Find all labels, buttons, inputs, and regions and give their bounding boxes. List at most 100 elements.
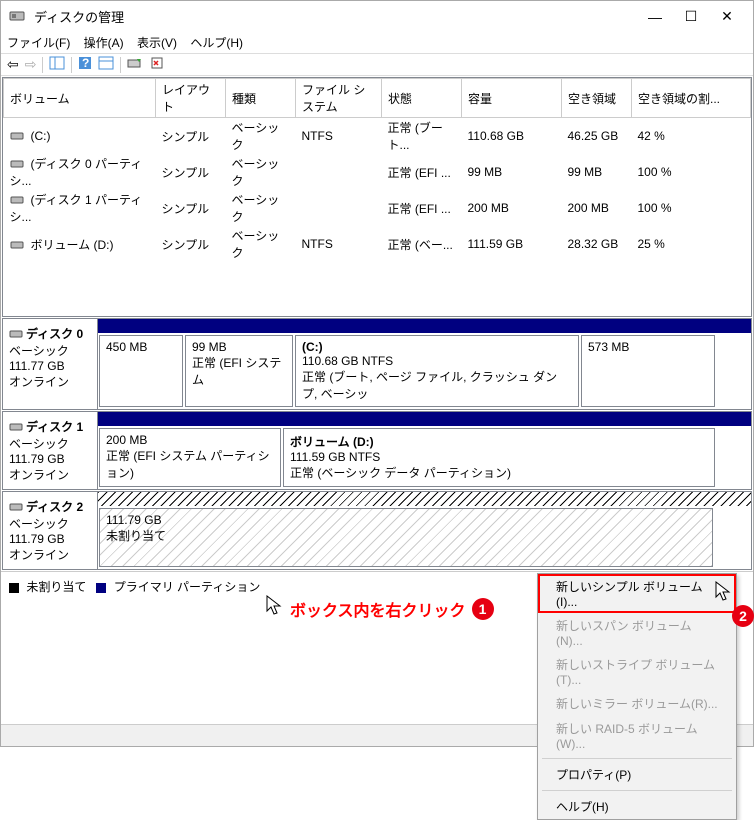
menu-file[interactable]: ファイル(F) [7,36,70,50]
disk-parts: 450 MB99 MB正常 (EFI システム(C:)110.68 GB NTF… [98,319,751,409]
disk-label[interactable]: ディスク 0ベーシック111.77 GBオンライン [3,319,98,409]
col-layout[interactable]: レイアウト [156,79,226,118]
cell: ベーシック [226,154,296,190]
legend-primary-swatch [96,583,106,593]
disk-size: 111.79 GB [9,532,65,546]
refresh-icon[interactable] [127,56,143,73]
disk-stripe [98,412,751,426]
cell: (ディスク 1 パーティシ... [10,193,143,224]
table-row[interactable]: (ディスク 0 パーティシ...シンプルベーシック正常 (EFI ...99 M… [4,154,751,190]
settings-icon[interactable] [149,56,165,73]
cell: シンプル [156,118,226,155]
disk-icon [9,420,26,434]
part-status: 正常 (EFI システム パーティション) [106,449,270,480]
partition[interactable]: ボリューム (D:)111.59 GB NTFS正常 (ベーシック データ パー… [283,428,715,487]
callout-1: 1 [472,598,494,620]
cell: ボリューム (D:) [31,238,114,252]
partition[interactable]: 200 MB 正常 (EFI システム パーティション) [99,428,281,487]
view-icon[interactable] [49,56,65,73]
volume-icon [10,157,27,171]
maximize-button[interactable]: ☐ [673,8,709,25]
cell: 46.25 GB [562,118,632,155]
app-icon [9,8,28,25]
ctx-new-span-volume[interactable]: 新しいスパン ボリューム(N)... [538,613,736,652]
cell: 200 MB [562,190,632,226]
disk-block: ディスク 0ベーシック111.77 GBオンライン450 MB99 MB正常 (… [2,318,752,410]
help-icon[interactable]: ? [78,56,92,73]
cell: 111.59 GB [462,226,562,262]
cell: 正常 (ブート... [382,118,462,155]
ctx-properties[interactable]: プロパティ(P) [538,762,736,787]
menu-view[interactable]: 表示(V) [137,36,177,50]
disk-parts: 111.79 GB未割り当て [98,492,751,569]
help-text: ボックス内を右クリック [290,597,466,621]
partition[interactable]: 450 MB [99,335,183,407]
cell: NTFS [296,226,382,262]
menu-action[interactable]: 操作(A) [84,36,124,50]
svg-text:?: ? [82,56,89,70]
part-status: 正常 (ブート, ページ ファイル, クラッシュ ダンプ, ベーシッ [302,370,557,401]
disk-name: ディスク 1 [26,420,83,434]
disk-name: ディスク 2 [26,500,83,514]
table-row[interactable]: (ディスク 1 パーティシ...シンプルベーシック正常 (EFI ...200 … [4,190,751,226]
part-status: 正常 (EFI システム [192,356,281,387]
col-type[interactable]: 種類 [226,79,296,118]
disk-block: ディスク 2ベーシック111.79 GBオンライン111.79 GB未割り当て [2,491,752,570]
cell: 正常 (EFI ... [382,190,462,226]
partition-row: 200 MB 正常 (EFI システム パーティション) ボリューム (D:)111… [98,426,751,489]
part-label: (C:) [302,340,323,354]
close-button[interactable]: ✕ [709,8,745,25]
disk-label[interactable]: ディスク 2ベーシック111.79 GBオンライン [3,492,98,569]
disk-type: ベーシック [9,344,69,358]
ctx-new-raid5-volume[interactable]: 新しい RAID-5 ボリューム(W)... [538,716,736,755]
forward-icon[interactable]: ⇨ [25,56,37,73]
cell: 28.32 GB [562,226,632,262]
partition[interactable]: 573 MB [581,335,715,407]
context-menu: 新しいシンプル ボリューム(I)... 新しいスパン ボリューム(N)... 新… [537,573,737,820]
col-fs[interactable]: ファイル システム [296,79,382,118]
window-title: ディスクの管理 [34,7,637,26]
menu-help[interactable]: ヘルプ(H) [190,36,243,50]
volume-list[interactable]: ボリューム レイアウト 種類 ファイル システム 状態 容量 空き領域 空き領域… [2,77,752,317]
col-pct[interactable]: 空き領域の割... [632,79,751,118]
disk-graphic-pane: ディスク 0ベーシック111.77 GBオンライン450 MB99 MB正常 (… [2,318,752,570]
table-row[interactable]: (C:)シンプルベーシックNTFS正常 (ブート...110.68 GB46.2… [4,118,751,155]
col-free[interactable]: 空き領域 [562,79,632,118]
callout-2: 2 [732,605,754,627]
table-row[interactable]: ボリューム (D:)シンプルベーシックNTFS正常 (ベー...111.59 G… [4,226,751,262]
cell: 200 MB [462,190,562,226]
disk-stripe [98,492,751,506]
ctx-new-mirror-volume[interactable]: 新しいミラー ボリューム(R)... [538,691,736,716]
partition[interactable]: 111.79 GB未割り当て [99,508,713,567]
partition[interactable]: (C:)110.68 GB NTFS正常 (ブート, ページ ファイル, クラッ… [295,335,579,407]
partition[interactable]: 99 MB正常 (EFI システム [185,335,293,407]
ctx-new-stripe-volume[interactable]: 新しいストライプ ボリューム(T)... [538,652,736,691]
column-header-row[interactable]: ボリューム レイアウト 種類 ファイル システム 状態 容量 空き領域 空き領域… [4,79,751,118]
cell: (C:) [31,129,51,143]
col-cap[interactable]: 容量 [462,79,562,118]
minimize-button[interactable]: — [637,9,673,25]
back-icon[interactable]: ⇦ [7,56,19,73]
disk-icon [9,327,26,341]
disk-name: ディスク 0 [26,327,83,341]
ctx-separator [542,790,732,791]
ctx-help[interactable]: ヘルプ(H) [538,794,736,819]
col-volume[interactable]: ボリューム [4,79,156,118]
disk-label[interactable]: ディスク 1ベーシック111.79 GBオンライン [3,412,98,489]
part-size: 200 MB [106,433,147,447]
disk-type: ベーシック [9,437,69,451]
part-status: 正常 (ベーシック データ パーティション) [290,466,511,480]
disk-status: オンライン [9,375,69,389]
view2-icon[interactable] [98,56,114,73]
volume-icon [10,238,27,252]
cell: シンプル [156,154,226,190]
part-size: 573 MB [588,340,629,354]
ctx-new-simple-volume[interactable]: 新しいシンプル ボリューム(I)... [538,574,736,613]
disk-block: ディスク 1ベーシック111.79 GBオンライン200 MB正常 (EFI シ… [2,411,752,490]
cell: 99 MB [462,154,562,190]
partition-row: 450 MB99 MB正常 (EFI システム(C:)110.68 GB NTF… [98,333,751,409]
disk-type: ベーシック [9,517,69,531]
cell: 正常 (ベー... [382,226,462,262]
ctx-separator [542,758,732,759]
col-status[interactable]: 状態 [382,79,462,118]
